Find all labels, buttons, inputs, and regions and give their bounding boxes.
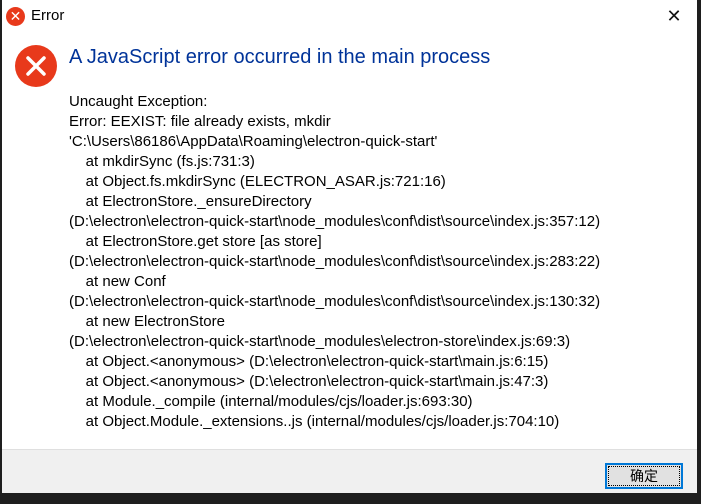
message-line: (D:\electron\electron-quick-start\node_m… — [69, 333, 571, 350]
message-line: at ElectronStore.get store [as store] — [69, 233, 322, 250]
message-line: at Object.<anonymous> (D:\electron\elect… — [69, 353, 549, 370]
error-message: Uncaught Exception: Error: EEXIST: file a… — [69, 92, 600, 432]
window-title: Error — [31, 7, 65, 24]
title-bar: ✕ Error ✕ — [2, 0, 697, 32]
error-heading: A JavaScript error occurred in the main … — [69, 46, 491, 68]
message-line: at Module._compile (internal/modules/cjs… — [69, 393, 473, 410]
error-icon: ✕ — [6, 7, 25, 26]
ok-button[interactable]: 确定 — [605, 463, 683, 489]
error-icon-large — [15, 45, 57, 87]
message-line: (D:\electron\electron-quick-start\node_m… — [69, 293, 601, 310]
close-button[interactable]: ✕ — [651, 0, 697, 32]
message-line: at new ElectronStore — [69, 313, 225, 330]
message-line: Error: EEXIST: file already exists, mkdi… — [69, 113, 331, 130]
message-line: (D:\electron\electron-quick-start\node_m… — [69, 253, 601, 270]
message-line: at Object.<anonymous> (D:\electron\elect… — [69, 373, 549, 390]
error-dialog: ✕ Error ✕ A JavaScript error occurred in… — [2, 0, 697, 493]
message-line: at ElectronStore._ensureDirectory — [69, 193, 312, 210]
message-line: at Object.fs.mkdirSync (ELECTRON_ASAR.js… — [69, 173, 446, 190]
message-line: at Object.Module._extensions..js (intern… — [69, 413, 560, 430]
message-line: (D:\electron\electron-quick-start\node_m… — [69, 213, 601, 230]
message-line: 'C:\Users\86186\AppData\Roaming\electron… — [69, 133, 438, 150]
message-line: at mkdirSync (fs.js:731:3) — [69, 153, 255, 170]
message-line: Uncaught Exception: — [69, 93, 208, 110]
button-bar: 确定 — [2, 449, 697, 493]
message-line: at new Conf — [69, 273, 166, 290]
